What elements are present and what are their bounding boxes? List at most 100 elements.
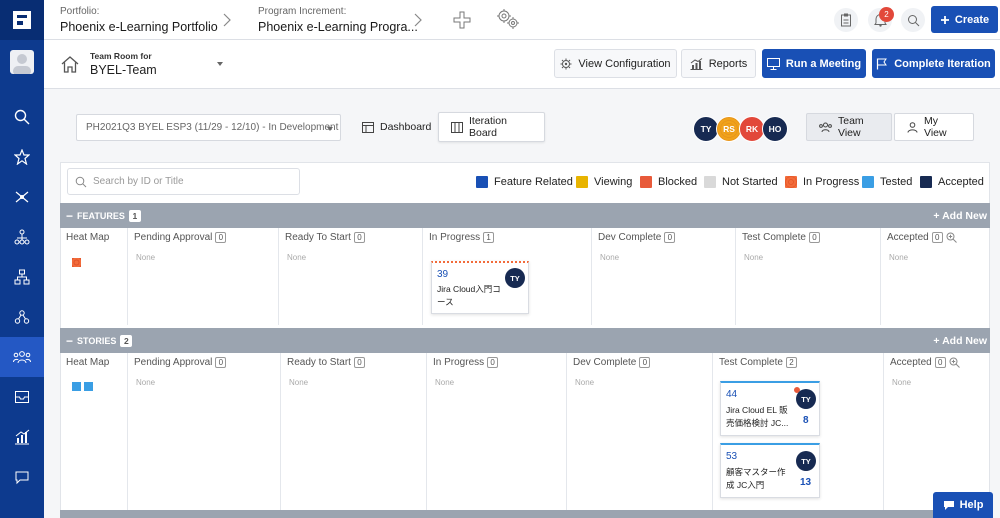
heatmap-cell[interactable]: [84, 382, 93, 391]
heatmap-cell[interactable]: [72, 258, 81, 267]
member-initials: HO: [768, 124, 782, 134]
app-logo[interactable]: [0, 0, 44, 40]
create-button[interactable]: Create: [931, 6, 998, 33]
card-id[interactable]: 53: [726, 451, 737, 462]
card-id[interactable]: 44: [726, 389, 737, 400]
legend-label: In Progress: [803, 176, 860, 188]
clipboard-icon[interactable]: [834, 8, 858, 32]
heatmap-cell[interactable]: [72, 382, 81, 391]
feature-card[interactable]: 39 TY Jira Cloud入門コ ース: [431, 261, 529, 314]
stories-section-header: − STORIES 2 + Add New: [60, 328, 990, 353]
stories-add-new-link[interactable]: + Add New: [933, 335, 987, 347]
member-avatar[interactable]: HO: [762, 116, 788, 142]
card-title-line1: Jira Cloud入門コ: [437, 284, 501, 294]
story-card[interactable]: 53 TY 顧客マスター作 成 JC入門 13: [720, 443, 820, 498]
home-icon[interactable]: [61, 56, 79, 73]
empty-text: None: [575, 378, 595, 387]
my-view-button[interactable]: My View: [894, 113, 974, 141]
caret-down-icon: [326, 126, 334, 132]
search-icon[interactable]: [901, 8, 925, 32]
column-count: 0: [931, 232, 943, 243]
board-search-field[interactable]: [67, 168, 300, 195]
column-header: Dev Complete 0: [598, 232, 676, 243]
column-name: Ready to Start: [287, 357, 351, 368]
search-icon[interactable]: [0, 97, 44, 137]
member-initials: RS: [723, 124, 735, 134]
chart-icon[interactable]: [0, 417, 44, 457]
features-column-accepted: Accepted 0 None: [881, 228, 990, 325]
features-heatmap-column: Heat Map: [60, 228, 128, 325]
column-name: Ready To Start: [285, 232, 351, 243]
tab-iteration-board[interactable]: Iteration Board: [438, 112, 545, 142]
complete-iteration-button[interactable]: Complete Iteration: [872, 49, 995, 78]
program-increment-name[interactable]: Phoenix e-Learning Progra...: [258, 20, 418, 34]
plus-icon: [940, 15, 950, 25]
iteration-select[interactable]: PH2021Q3 BYEL ESP3 (11/29 - 12/10) - In …: [76, 114, 341, 141]
card-assignee-avatar: TY: [796, 451, 816, 471]
card-story-points: 13: [800, 477, 812, 488]
caret-down-icon[interactable]: [216, 61, 224, 67]
heatmap-label: Heat Map: [66, 232, 110, 243]
plus-icon[interactable]: [453, 11, 471, 29]
zoom-icon[interactable]: [946, 232, 957, 243]
column-header: Dev Complete 0: [573, 357, 651, 368]
team-icon: [819, 122, 832, 133]
column-count: 2: [785, 357, 797, 368]
view-configuration-button[interactable]: View Configuration: [554, 49, 677, 78]
run-meeting-button[interactable]: Run a Meeting: [762, 49, 866, 78]
search-input[interactable]: [93, 176, 293, 187]
column-count: 1: [483, 232, 495, 243]
network-icon[interactable]: [0, 177, 44, 217]
column-header: Ready to Start 0: [287, 357, 365, 368]
column-header: Accepted 0: [890, 357, 960, 368]
inbox-icon[interactable]: [0, 377, 44, 417]
stories-heatmap-column: Heat Map: [60, 353, 128, 510]
portfolio-name[interactable]: Phoenix e-Learning Portfolio: [60, 20, 218, 34]
search-icon: [75, 176, 87, 188]
legend-swatch: [785, 176, 797, 188]
hierarchy-icon[interactable]: [0, 217, 44, 257]
card-id[interactable]: 39: [437, 269, 448, 280]
monitor-icon: [766, 57, 780, 70]
features-column-pending-approval: Pending Approval 0 None: [128, 228, 279, 325]
card-title-line2: ース: [437, 297, 454, 307]
collapse-icon[interactable]: −: [66, 334, 73, 348]
gears-icon[interactable]: [494, 7, 522, 31]
team-room-icon[interactable]: [0, 337, 44, 377]
user-avatar[interactable]: [10, 50, 34, 74]
tab-dashboard[interactable]: Dashboard: [350, 112, 443, 142]
zoom-icon[interactable]: [949, 357, 960, 368]
notification-badge: 2: [879, 7, 894, 22]
empty-text: None: [892, 378, 912, 387]
chat-icon[interactable]: [0, 457, 44, 497]
team-view-button[interactable]: Team View: [806, 113, 892, 141]
org-chart-icon[interactable]: [0, 257, 44, 297]
team-room-label: Team Room for: [90, 51, 152, 61]
star-icon[interactable]: [0, 137, 44, 177]
reports-button[interactable]: Reports: [681, 49, 756, 78]
team-name[interactable]: BYEL-Team: [90, 63, 157, 77]
chevron-right-icon: [222, 13, 232, 27]
tab-dashboard-label: Dashboard: [380, 121, 432, 133]
empty-text: None: [744, 253, 764, 262]
empty-text: None: [136, 378, 156, 387]
nodes-icon[interactable]: [0, 297, 44, 337]
heatmap-label: Heat Map: [66, 357, 110, 368]
legend-item-not-started: Not Started: [704, 176, 778, 188]
legend-label: Not Started: [722, 176, 778, 188]
help-button[interactable]: Help: [933, 492, 993, 518]
card-title-line2: 売価格検討 JC...: [726, 418, 789, 428]
gear-icon: [560, 58, 572, 70]
complete-iteration-label: Complete Iteration: [894, 57, 991, 70]
column-header: In Progress 0: [433, 357, 499, 368]
column-header: Accepted 0: [887, 232, 957, 243]
features-add-new-link[interactable]: + Add New: [933, 210, 987, 222]
dashboard-icon: [362, 121, 374, 133]
collapse-icon[interactable]: −: [66, 209, 73, 223]
empty-text: None: [287, 253, 307, 262]
story-card[interactable]: 44 TY Jira Cloud EL 販 売価格検討 JC... 8: [720, 381, 820, 436]
empty-text: None: [289, 378, 309, 387]
legend-label: Accepted: [938, 176, 984, 188]
column-count: 0: [215, 232, 227, 243]
column-name: Pending Approval: [134, 357, 213, 368]
